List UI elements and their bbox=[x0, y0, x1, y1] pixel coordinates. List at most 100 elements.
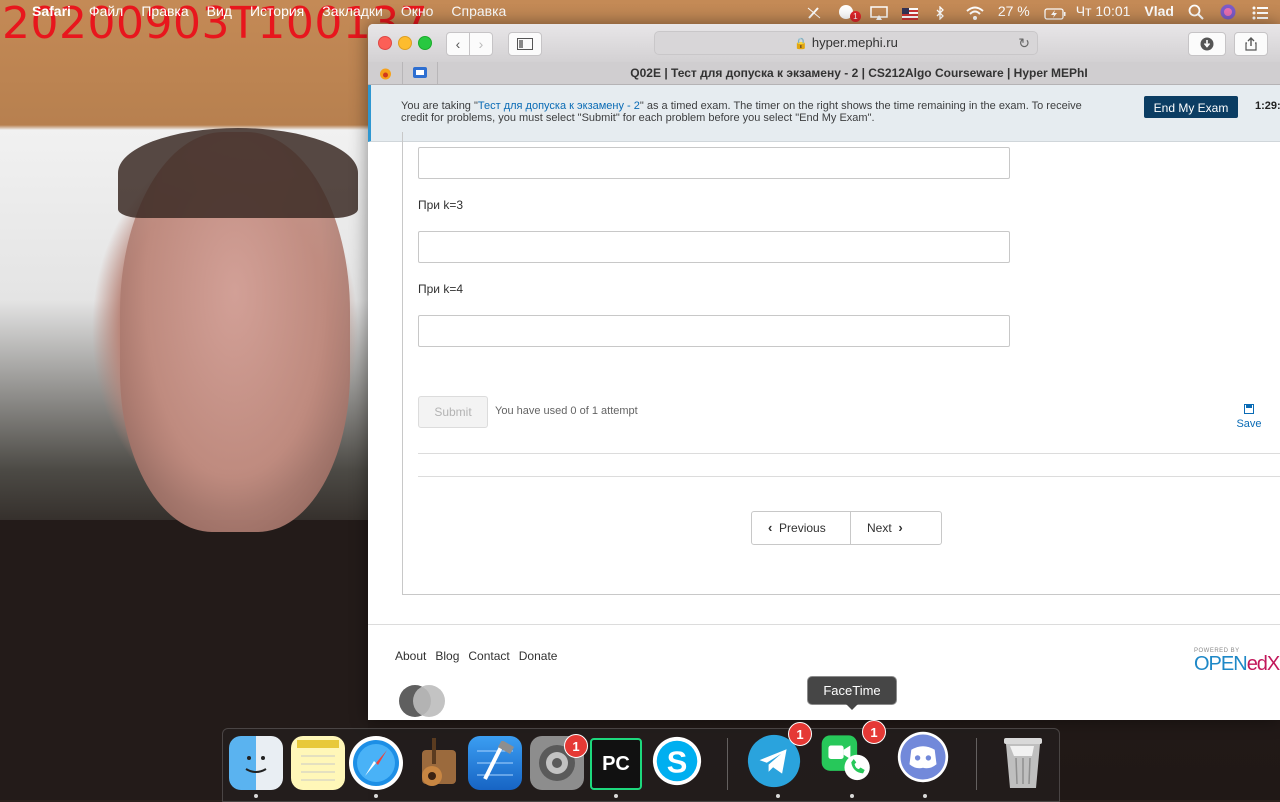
menu-window[interactable]: Окно bbox=[392, 0, 443, 22]
chevron-right-icon: › bbox=[898, 520, 903, 535]
sequence-pager: ‹ Previous Next › bbox=[751, 511, 942, 545]
next-button[interactable]: Next › bbox=[851, 512, 941, 544]
exam-text-before: You are taking " bbox=[401, 100, 478, 112]
dock-trash-icon[interactable] bbox=[996, 734, 1050, 788]
search-icon[interactable] bbox=[1188, 4, 1206, 20]
exam-banner-message: You are taking "Тест для допуска к экзам… bbox=[401, 100, 1101, 124]
theme-toggle[interactable] bbox=[399, 685, 447, 717]
menu-bookmarks[interactable]: Закладки bbox=[313, 0, 392, 22]
dock-discord-icon[interactable] bbox=[896, 730, 950, 784]
apple-menu-icon[interactable] bbox=[0, 0, 23, 22]
address-url: hyper.mephi.ru bbox=[811, 35, 898, 50]
list-icon[interactable] bbox=[1252, 4, 1270, 20]
dock-notes-icon[interactable] bbox=[291, 736, 345, 790]
openedx-logo[interactable]: POWERED BY OPENedX bbox=[1194, 648, 1280, 675]
sidebar-toggle-button[interactable] bbox=[508, 32, 542, 56]
submit-button[interactable]: Submit bbox=[418, 396, 488, 428]
end-my-exam-button[interactable]: End My Exam bbox=[1144, 96, 1238, 118]
menu-history[interactable]: История bbox=[241, 0, 313, 22]
course-content: При k=3 При k=4 Submit You have used 0 o… bbox=[368, 132, 1280, 720]
dock-pycharm-icon[interactable]: PC bbox=[590, 738, 642, 790]
wifi-icon[interactable] bbox=[966, 4, 984, 20]
pen-slash-icon[interactable] bbox=[806, 4, 824, 19]
address-bar[interactable]: 🔒 hyper.mephi.ru ↻ bbox=[654, 31, 1038, 55]
pinned-tab-2[interactable] bbox=[403, 62, 438, 84]
save-button[interactable]: Save bbox=[1234, 404, 1264, 430]
save-label: Save bbox=[1236, 418, 1262, 430]
floppy-disk-icon bbox=[1234, 404, 1264, 418]
site-footer: About Blog Contact Donate POWERED BY OPE… bbox=[368, 624, 1280, 720]
flag-us-icon[interactable] bbox=[901, 4, 920, 20]
chevron-right-icon: › bbox=[478, 36, 484, 52]
menu-bar: Safari Файл Правка Вид История Закладки … bbox=[0, 0, 1280, 22]
battery-percent: 27 % bbox=[997, 3, 1030, 19]
dock-finder-icon[interactable] bbox=[229, 736, 283, 790]
share-icon bbox=[1245, 37, 1257, 51]
siri-icon[interactable] bbox=[1220, 4, 1238, 20]
dock-skype-icon[interactable]: S bbox=[650, 734, 704, 788]
previous-button[interactable]: ‹ Previous bbox=[752, 512, 851, 544]
openedx-edx: edX bbox=[1246, 653, 1280, 675]
download-icon bbox=[1200, 37, 1214, 51]
active-tab-title[interactable]: Q02E | Тест для допуска к экзамену - 2 |… bbox=[438, 62, 1280, 84]
footer-link-donate[interactable]: Donate bbox=[519, 649, 558, 663]
menu-app-name[interactable]: Safari bbox=[23, 0, 80, 22]
chevron-left-icon: ‹ bbox=[455, 36, 461, 52]
tab-bar: Q02E | Тест для допуска к экзамену - 2 |… bbox=[368, 62, 1280, 85]
answer-input-k4[interactable] bbox=[418, 315, 1010, 347]
safari-window: ‹ › 🔒 hyper.mephi.ru ↻ Q02E | Тест для до… bbox=[368, 24, 1280, 720]
minimize-window-button[interactable] bbox=[398, 36, 412, 50]
browser-toolbar: ‹ › 🔒 hyper.mephi.ru ↻ bbox=[368, 24, 1280, 63]
openedx-open: OPEN bbox=[1194, 653, 1248, 675]
sidebar-icon bbox=[517, 38, 533, 50]
dock-separator-trash bbox=[976, 738, 977, 790]
share-button[interactable] bbox=[1234, 32, 1268, 56]
next-label: Next bbox=[867, 521, 892, 535]
notification-icon[interactable]: 1 bbox=[838, 4, 861, 22]
question-label-k4: При k=4 bbox=[418, 282, 464, 296]
airplay-icon[interactable] bbox=[870, 4, 888, 20]
menubar-clock[interactable]: Чт 10:01 bbox=[1076, 0, 1131, 22]
forward-button[interactable]: › bbox=[469, 32, 493, 56]
toggle-light-circle bbox=[413, 685, 445, 717]
system-preferences-badge: 1 bbox=[564, 734, 588, 758]
menubar-user[interactable]: Vlad bbox=[1144, 0, 1174, 22]
exam-title-link[interactable]: Тест для допуска к экзамену - 2 bbox=[478, 100, 640, 112]
footer-link-contact[interactable]: Contact bbox=[468, 649, 509, 663]
dock-safari-icon[interactable] bbox=[349, 736, 403, 790]
fullscreen-window-button[interactable] bbox=[418, 36, 432, 50]
attempts-text: You have used 0 of 1 attempt bbox=[495, 405, 638, 417]
battery-icon[interactable] bbox=[1044, 4, 1066, 20]
running-indicator-pycharm bbox=[614, 794, 618, 798]
telegram-badge: 1 bbox=[788, 722, 812, 746]
answer-input-k3[interactable] bbox=[418, 231, 1010, 263]
dock-separator bbox=[727, 738, 728, 790]
dock-tooltip: FaceTime bbox=[807, 676, 897, 710]
notification-badge: 1 bbox=[849, 11, 861, 22]
question-label-k3: При k=3 bbox=[418, 198, 464, 212]
answer-input-k2[interactable] bbox=[418, 147, 1010, 179]
close-window-button[interactable] bbox=[378, 36, 392, 50]
footer-links: About Blog Contact Donate bbox=[395, 649, 557, 663]
dock-xcode-icon[interactable] bbox=[468, 736, 522, 790]
menu-view[interactable]: Вид bbox=[198, 0, 241, 22]
menu-file[interactable]: Файл bbox=[80, 0, 132, 22]
previous-label: Previous bbox=[779, 521, 826, 535]
bluetooth-icon[interactable] bbox=[934, 4, 952, 21]
back-button[interactable]: ‹ bbox=[446, 32, 470, 56]
running-indicator-telegram bbox=[776, 794, 780, 798]
fire-favicon-icon bbox=[379, 68, 391, 79]
chevron-left-icon: ‹ bbox=[768, 520, 773, 535]
running-indicator-facetime bbox=[850, 794, 854, 798]
reload-icon[interactable]: ↻ bbox=[1018, 32, 1030, 54]
pinned-tab-1[interactable] bbox=[368, 62, 403, 84]
menu-edit[interactable]: Правка bbox=[132, 0, 197, 22]
dock-garageband-icon[interactable] bbox=[408, 736, 462, 790]
footer-link-about[interactable]: About bbox=[395, 649, 426, 663]
menu-help[interactable]: Справка bbox=[442, 0, 515, 22]
lock-icon: 🔒 bbox=[794, 38, 808, 50]
downloads-button[interactable] bbox=[1188, 32, 1226, 56]
chat-favicon-icon bbox=[413, 66, 427, 78]
running-indicator-safari bbox=[374, 794, 378, 798]
footer-link-blog[interactable]: Blog bbox=[435, 649, 459, 663]
